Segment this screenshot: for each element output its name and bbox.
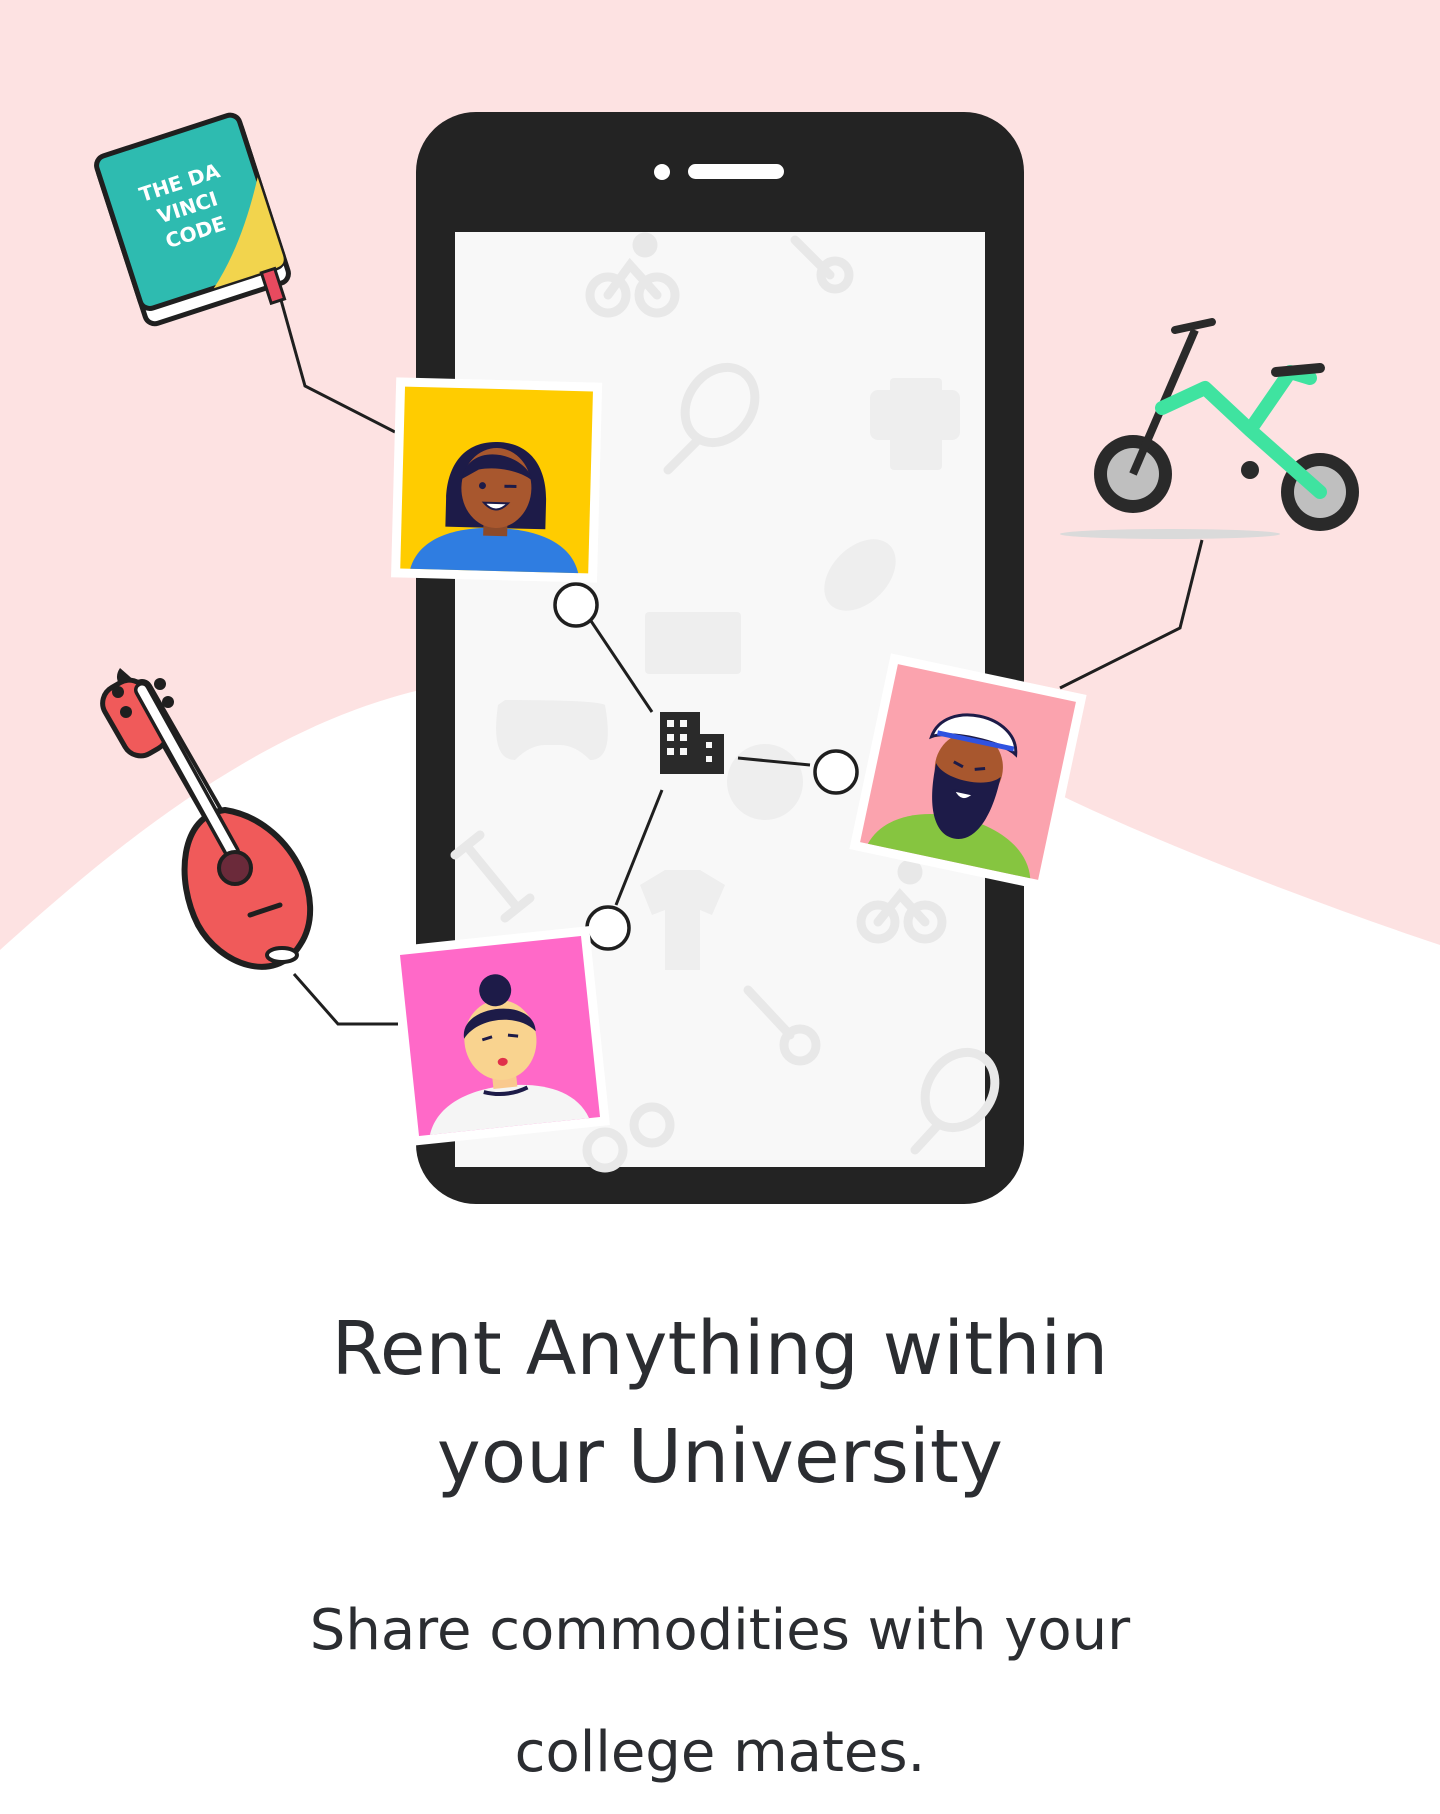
- subline-line-1: Share commodities with your: [309, 1598, 1131, 1663]
- headline-line-1: Rent Anything within: [331, 1306, 1109, 1392]
- avatar-2: [849, 653, 1087, 891]
- headline-line-2: your University: [436, 1414, 1004, 1500]
- headline: Rent Anything within your University: [0, 1295, 1440, 1511]
- avatar-1: [391, 377, 603, 583]
- watermark-basketball-icon: [727, 744, 803, 820]
- hero-illustration: THE DA VINCI CODE: [0, 0, 1440, 1230]
- watermark-clapperboard-icon: [645, 612, 741, 674]
- subline-line-2: college mates.: [514, 1720, 926, 1785]
- hero-svg: THE DA VINCI CODE: [0, 0, 1440, 1204]
- avatar-3: [390, 926, 610, 1146]
- subline: Share commodities with your college mate…: [0, 1570, 1440, 1814]
